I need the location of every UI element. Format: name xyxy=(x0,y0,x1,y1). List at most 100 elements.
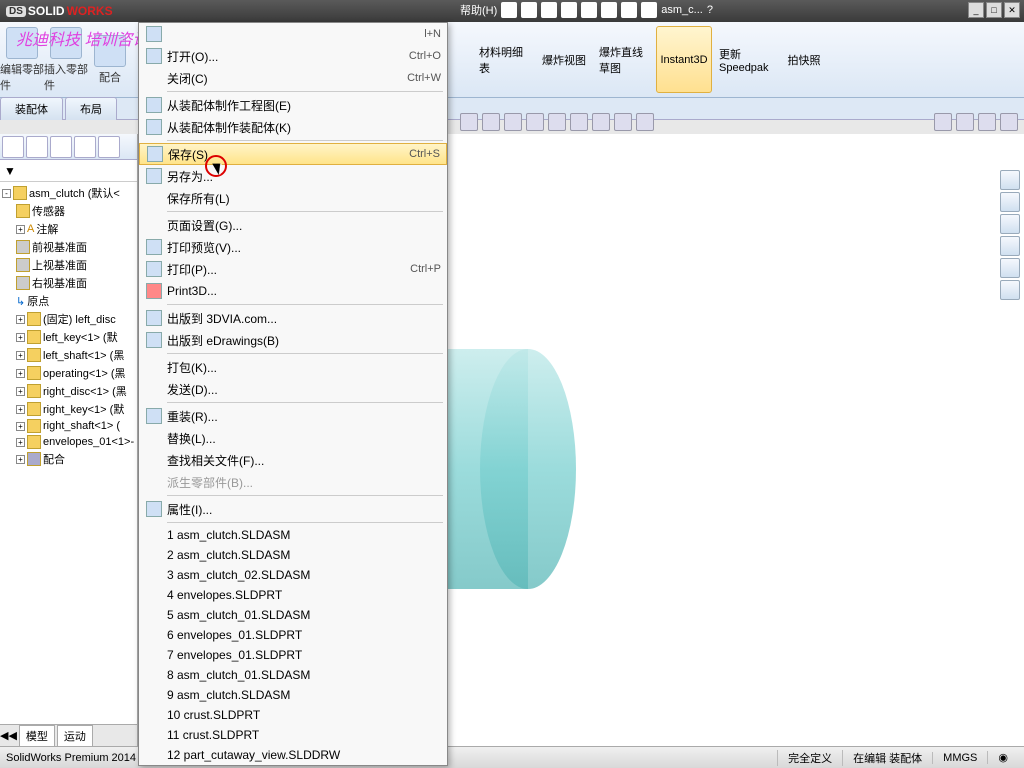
mdi-controls xyxy=(934,113,1018,131)
recent-item[interactable]: 11 crust.SLDPRT xyxy=(139,725,447,745)
recent-item[interactable]: 12 part_cutaway_view.SLDDRW xyxy=(139,745,447,765)
fm-tab-4[interactable] xyxy=(74,136,96,158)
close-button[interactable]: ✕ xyxy=(1004,2,1020,18)
edit-component-button[interactable]: 编辑零部件 xyxy=(0,22,44,97)
menu-save-all[interactable]: 保存所有(L) xyxy=(139,187,447,209)
menu-reload[interactable]: 重装(R)... xyxy=(139,405,447,427)
recent-item[interactable]: 10 crust.SLDPRT xyxy=(139,705,447,725)
task-resources-icon[interactable] xyxy=(1000,170,1020,190)
tab-arrow-left[interactable]: ◀◀ xyxy=(0,729,17,742)
speedpak-button[interactable]: 更新Speedpak xyxy=(716,26,772,93)
menu-new[interactable]: l+N xyxy=(139,23,447,45)
mdi-max-icon[interactable] xyxy=(978,113,996,131)
recent-item[interactable]: 1 asm_clutch.SLDASM xyxy=(139,525,447,545)
task-library-icon[interactable] xyxy=(1000,192,1020,212)
doc-name: asm_c... xyxy=(661,4,703,16)
bom-button[interactable]: 材料明细表 xyxy=(476,26,532,93)
menu-publish-edrawings[interactable]: 出版到 eDrawings(B) xyxy=(139,329,447,351)
rebuild-icon[interactable] xyxy=(621,2,637,18)
view-settings-icon[interactable] xyxy=(636,113,654,131)
tab-motion[interactable]: 运动 xyxy=(57,725,93,747)
task-props-icon[interactable] xyxy=(1000,280,1020,300)
menu-replace[interactable]: 替换(L)... xyxy=(139,427,447,449)
filter-icon[interactable]: ▼ xyxy=(4,164,16,178)
status-extra-icon[interactable]: ◉ xyxy=(987,751,1018,764)
menu-open[interactable]: 打开(O)...Ctrl+O xyxy=(139,45,447,67)
new-icon[interactable] xyxy=(501,2,517,18)
menu-properties[interactable]: 属性(I)... xyxy=(139,498,447,520)
mate-button[interactable]: 配合 xyxy=(88,22,132,97)
section-view-icon[interactable] xyxy=(526,113,544,131)
exploded-line-button[interactable]: 爆炸直线草图 xyxy=(596,26,652,93)
view-toolbar xyxy=(460,113,654,131)
task-view-icon[interactable] xyxy=(1000,236,1020,256)
print-icon[interactable] xyxy=(561,2,577,18)
window-controls: _ □ ✕ xyxy=(968,2,1020,18)
fm-tab-3[interactable] xyxy=(50,136,72,158)
mdi-restore-icon[interactable] xyxy=(956,113,974,131)
task-pane xyxy=(1000,170,1022,300)
recent-item[interactable]: 8 asm_clutch_01.SLDASM xyxy=(139,665,447,685)
maximize-button[interactable]: □ xyxy=(986,2,1002,18)
instant3d-button[interactable]: Instant3D xyxy=(656,26,712,93)
recent-item[interactable]: 9 asm_clutch.SLDASM xyxy=(139,685,447,705)
recent-item[interactable]: 6 envelopes_01.SLDPRT xyxy=(139,625,447,645)
menu-close[interactable]: 关闭(C)Ctrl+W xyxy=(139,67,447,89)
file-menu: l+N 打开(O)...Ctrl+O 关闭(C)Ctrl+W 从装配体制作工程图… xyxy=(138,22,448,766)
menu-print-preview[interactable]: 打印预览(V)... xyxy=(139,236,447,258)
menu-make-assembly[interactable]: 从装配体制作装配体(K) xyxy=(139,116,447,138)
menu-save-as[interactable]: 另存为... xyxy=(139,165,447,187)
menu-save[interactable]: 保存(S)Ctrl+S xyxy=(139,143,447,165)
zoom-fit-icon[interactable] xyxy=(460,113,478,131)
options-icon[interactable] xyxy=(641,2,657,18)
recent-item[interactable]: 4 envelopes.SLDPRT xyxy=(139,585,447,605)
fm-filter-bar: ▼ xyxy=(0,160,137,182)
recent-item[interactable]: 7 envelopes_01.SLDPRT xyxy=(139,645,447,665)
select-icon[interactable] xyxy=(601,2,617,18)
recent-item[interactable]: 2 asm_clutch.SLDASM xyxy=(139,545,447,565)
help-icon[interactable]: ? xyxy=(707,4,713,16)
feature-manager: ▼ -asm_clutch (默认< 传感器 +A 注解 前视基准面 上视基准面… xyxy=(0,134,138,746)
snapshot-button[interactable]: 拍快照 xyxy=(776,26,832,93)
menu-send[interactable]: 发送(D)... xyxy=(139,378,447,400)
fm-tab-2[interactable] xyxy=(26,136,48,158)
mdi-close-icon[interactable] xyxy=(1000,113,1018,131)
task-explorer-icon[interactable] xyxy=(1000,214,1020,234)
open-icon[interactable] xyxy=(521,2,537,18)
view-orient-icon[interactable] xyxy=(548,113,566,131)
scene-icon[interactable] xyxy=(614,113,632,131)
title-bar: DS SOLIDWORKS 帮助(H) asm_c... ? _ □ ✕ xyxy=(0,0,1024,22)
menu-make-drawing[interactable]: 从装配体制作工程图(E) xyxy=(139,94,447,116)
mdi-min-icon[interactable] xyxy=(934,113,952,131)
feature-tree[interactable]: -asm_clutch (默认< 传感器 +A 注解 前视基准面 上视基准面 右… xyxy=(0,182,137,724)
recent-item[interactable]: 5 asm_clutch_01.SLDASM xyxy=(139,605,447,625)
tab-layout[interactable]: 布局 xyxy=(65,97,117,120)
menu-print3d[interactable]: Print3D... xyxy=(139,280,447,302)
minimize-button[interactable]: _ xyxy=(968,2,984,18)
menu-publish-3dvia[interactable]: 出版到 3DVIA.com... xyxy=(139,307,447,329)
display-style-icon[interactable] xyxy=(570,113,588,131)
tab-assembly[interactable]: 装配体 xyxy=(0,97,63,120)
help-menu[interactable]: 帮助(H) xyxy=(460,2,497,18)
status-editing: 在编辑 装配体 xyxy=(842,750,932,766)
menu-find-refs[interactable]: 查找相关文件(F)... xyxy=(139,449,447,471)
exploded-view-button[interactable]: 爆炸视图 xyxy=(536,26,592,93)
menu-page-setup[interactable]: 页面设置(G)... xyxy=(139,214,447,236)
zoom-area-icon[interactable] xyxy=(482,113,500,131)
tab-model[interactable]: 模型 xyxy=(19,725,55,747)
fm-tab-1[interactable] xyxy=(2,136,24,158)
bottom-tabs: ◀◀ 模型 运动 xyxy=(0,724,137,746)
insert-component-button[interactable]: 插入零部件 xyxy=(44,22,88,97)
save-icon[interactable] xyxy=(541,2,557,18)
fm-tab-5[interactable] xyxy=(98,136,120,158)
undo-icon[interactable] xyxy=(581,2,597,18)
hide-show-icon[interactable] xyxy=(592,113,610,131)
recent-item[interactable]: 3 asm_clutch_02.SLDASM xyxy=(139,565,447,585)
menu-print[interactable]: 打印(P)...Ctrl+P xyxy=(139,258,447,280)
status-units[interactable]: MMGS xyxy=(932,752,987,764)
status-app: SolidWorks Premium 2014 xyxy=(6,752,136,764)
prev-view-icon[interactable] xyxy=(504,113,522,131)
menu-pack[interactable]: 打包(K)... xyxy=(139,356,447,378)
task-appearance-icon[interactable] xyxy=(1000,258,1020,278)
app-logo: DS SOLIDWORKS xyxy=(0,4,119,18)
